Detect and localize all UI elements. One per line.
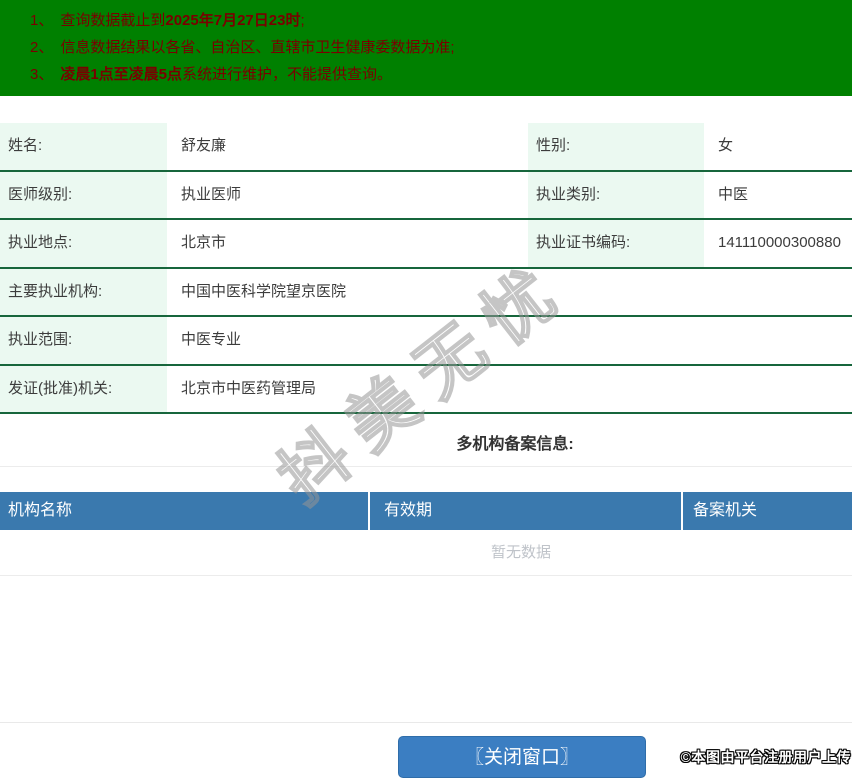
notice-number: 2、 (30, 39, 53, 56)
notice-line-1: 1、查询数据截止到2025年7月27日23时; (30, 7, 852, 34)
table-row: 姓名: 舒友廉 性别: 女 (0, 123, 852, 172)
table-row: 主要执业机构: 中国中医科学院望京医院 (0, 269, 852, 318)
column-header-validity: 有效期 (370, 492, 683, 530)
close-window-button[interactable]: 〖关闭窗口〗 (398, 736, 646, 778)
table-row: 执业地点: 北京市 执业证书编码: 141110000300880 (0, 220, 852, 269)
issuing-authority-label: 发证(批准)机关: (0, 366, 167, 413)
notice-text: 信息数据结果以各省、自治区、直辖市卫生健康委数据为准; (60, 39, 454, 56)
name-value: 舒友廉 (167, 123, 528, 170)
doctor-level-label: 医师级别: (0, 172, 167, 219)
main-institution-label: 主要执业机构: (0, 269, 167, 316)
gender-value: 女 (704, 123, 852, 170)
issuing-authority-value: 北京市中医药管理局 (167, 366, 852, 413)
certificate-code-value: 141110000300880 (704, 220, 852, 267)
gender-label: 性别: (528, 123, 704, 170)
doctor-level-value: 执业医师 (167, 172, 528, 219)
notice-text-bold: 凌晨1点至凌晨5点 (60, 66, 182, 83)
practice-category-value: 中医 (704, 172, 852, 219)
main-institution-value: 中国中医科学院望京医院 (167, 269, 852, 316)
filing-section-title: 多机构备案信息: (0, 430, 852, 454)
practice-location-label: 执业地点: (0, 220, 167, 267)
notice-banner: 1、查询数据截止到2025年7月27日23时; 2、信息数据结果以各省、自治区、… (0, 0, 852, 96)
notice-number: 3、 (30, 66, 53, 83)
column-header-institution: 机构名称 (0, 492, 370, 530)
practice-scope-label: 执业范围: (0, 317, 167, 364)
divider-line (0, 722, 852, 723)
table-row: 执业范围: 中医专业 (0, 317, 852, 366)
notice-text-bold: 2025年7月27日23时 (165, 12, 300, 29)
column-header-authority: 备案机关 (683, 492, 852, 530)
notice-line-3: 3、凌晨1点至凌晨5点系统进行维护，不能提供查询。 (30, 61, 852, 88)
practice-scope-value: 中医专业 (167, 317, 852, 364)
table-row: 发证(批准)机关: 北京市中医药管理局 (0, 366, 852, 415)
notice-line-2: 2、信息数据结果以各省、自治区、直辖市卫生健康委数据为准; (30, 34, 852, 61)
notice-text: 系统进行维护，不能提供查询。 (182, 66, 392, 83)
practice-location-value: 北京市 (167, 220, 528, 267)
notice-text: 查询数据截止到 (60, 12, 165, 29)
certificate-code-label: 执业证书编码: (528, 220, 704, 267)
table-row: 医师级别: 执业医师 执业类别: 中医 (0, 172, 852, 221)
name-label: 姓名: (0, 123, 167, 170)
filing-table-header: 机构名称 有效期 备案机关 (0, 492, 852, 530)
divider-line (0, 466, 852, 467)
practice-category-label: 执业类别: (528, 172, 704, 219)
image-credit-watermark: ©本图由平台注册用户上传 (681, 747, 851, 767)
empty-data-message: 暂无数据 (0, 530, 852, 575)
practitioner-info-table: 姓名: 舒友廉 性别: 女 医师级别: 执业医师 执业类别: 中医 执业地点: … (0, 123, 852, 414)
divider-line (0, 575, 852, 576)
notice-number: 1、 (30, 12, 53, 29)
notice-text: ; (300, 12, 304, 29)
